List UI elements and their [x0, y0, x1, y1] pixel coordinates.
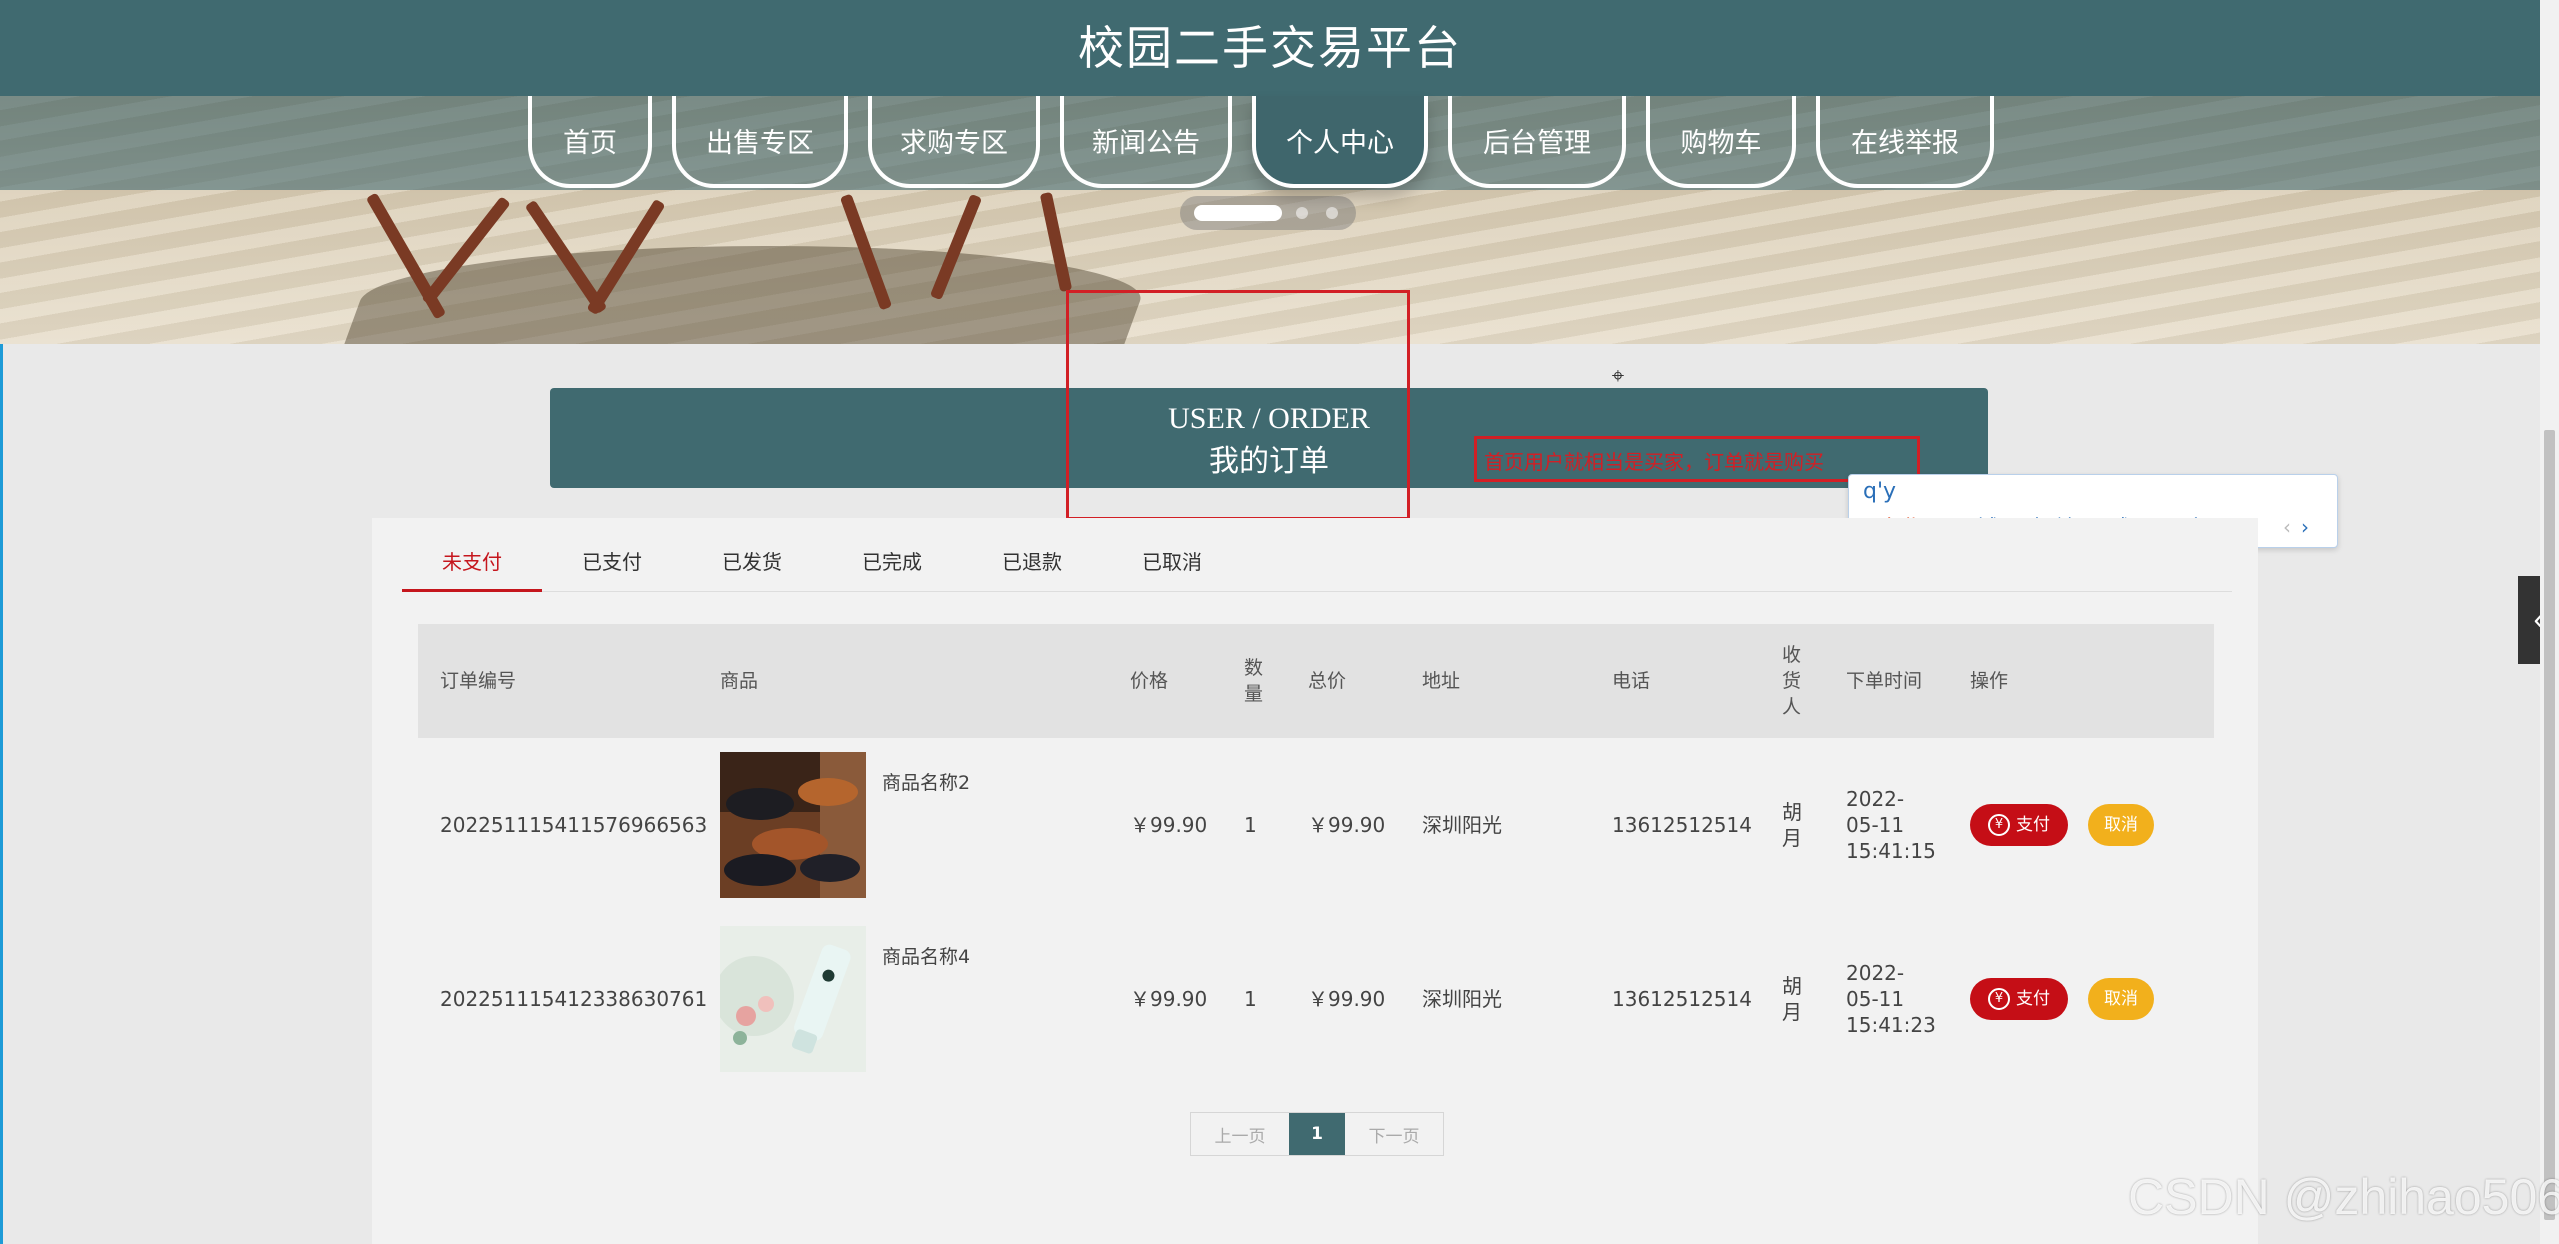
- header-price: 价格: [1130, 670, 1169, 692]
- order-table: 订单编号 商品 价格 数量 总价 地址 电话 收货人 下单时间 操作 20225…: [418, 624, 2214, 1086]
- price: ￥99.90: [1130, 813, 1208, 837]
- address: 深圳阳光: [1422, 987, 1502, 1011]
- phone: 13612512514: [1612, 987, 1752, 1011]
- ime-page-arrows: ‹ ›: [2283, 515, 2309, 539]
- quantity: 1: [1244, 987, 1257, 1011]
- carousel-dot-active[interactable]: [1194, 205, 1282, 221]
- nav-item-report[interactable]: 在线举报: [1816, 96, 1994, 188]
- watermark: CSDN @zhihao506: [2128, 1169, 2559, 1225]
- order-panel: 未支付 已支付 已发货 已完成 已退款 已取消 订单编号 商品 价格 数量 总价…: [372, 518, 2258, 1244]
- pay-label: 支付: [2016, 989, 2050, 1009]
- action-cell: ¥ 支付 取消: [1970, 912, 2154, 1086]
- header-address: 地址: [1422, 670, 1461, 692]
- ime-composition: q'y: [1863, 479, 1897, 504]
- yen-icon: ¥: [1988, 988, 2010, 1010]
- product-image-shoes[interactable]: [720, 752, 866, 898]
- annotation-box-title: [1066, 290, 1410, 520]
- table-row: 202251115412338630761 商品名称4 ￥99.90 1 ￥99…: [418, 912, 2214, 1086]
- ime-next-icon[interactable]: ›: [2301, 515, 2309, 539]
- ime-prev-icon[interactable]: ‹: [2283, 515, 2291, 539]
- nav-item-admin[interactable]: 后台管理: [1448, 96, 1626, 188]
- prev-page-button[interactable]: 上一页: [1191, 1113, 1289, 1155]
- receiver: 胡月: [1782, 800, 1802, 850]
- tab-shipped[interactable]: 已发货: [682, 548, 822, 592]
- annotation-note: 首页用户就相当是买家，订单就是购买: [1484, 450, 1824, 474]
- table-header: 订单编号 商品 价格 数量 总价 地址 电话 收货人 下单时间 操作: [418, 624, 2214, 738]
- nav-item-cart[interactable]: 购物车: [1646, 96, 1796, 188]
- product-image-cosmetic[interactable]: [720, 926, 866, 1072]
- nav-item-sell[interactable]: 出售专区: [672, 96, 848, 188]
- page-number-current[interactable]: 1: [1289, 1113, 1345, 1155]
- tab-paid[interactable]: 已支付: [542, 548, 682, 592]
- quantity: 1: [1244, 813, 1257, 837]
- header-phone: 电话: [1612, 670, 1651, 692]
- carousel-dot[interactable]: [1296, 207, 1308, 219]
- product-name[interactable]: 商品名称4: [882, 942, 970, 969]
- order-time: 2022-05-11 15:41:15: [1846, 787, 1936, 863]
- phone: 13612512514: [1612, 813, 1752, 837]
- pay-button[interactable]: ¥ 支付: [1970, 978, 2068, 1020]
- nav-item-home[interactable]: 首页: [528, 96, 652, 188]
- pay-label: 支付: [2016, 815, 2050, 835]
- cancel-button[interactable]: 取消: [2088, 978, 2154, 1020]
- crosshair-cursor-icon: ⌖: [1611, 363, 1625, 388]
- cancel-button[interactable]: 取消: [2088, 804, 2154, 846]
- total-price: ￥99.90: [1308, 987, 1386, 1011]
- header-total: 总价: [1308, 670, 1347, 692]
- order-no: 202251115411576966563: [440, 813, 708, 837]
- tab-cancelled[interactable]: 已取消: [1102, 548, 1242, 592]
- nav-item-news[interactable]: 新闻公告: [1060, 96, 1232, 188]
- header-product: 商品: [720, 670, 759, 692]
- tab-completed[interactable]: 已完成: [822, 548, 962, 592]
- pay-button[interactable]: ¥ 支付: [1970, 804, 2068, 846]
- header-order-time: 下单时间: [1846, 670, 1923, 692]
- site-header: 校园二手交易平台: [0, 0, 2540, 96]
- header-qty: 数量: [1244, 657, 1264, 705]
- total-price: ￥99.90: [1308, 813, 1386, 837]
- receiver: 胡月: [1782, 974, 1802, 1024]
- nav-item-personal-center[interactable]: 个人中心: [1252, 96, 1428, 188]
- action-cell: ¥ 支付 取消: [1970, 738, 2154, 912]
- order-status-tabs: 未支付 已支付 已发货 已完成 已退款 已取消: [402, 548, 2232, 592]
- tab-unpaid[interactable]: 未支付: [402, 548, 542, 592]
- order-no: 202251115412338630761: [440, 987, 708, 1011]
- scrollbar[interactable]: [2540, 0, 2559, 1244]
- product-name[interactable]: 商品名称2: [882, 768, 970, 795]
- carousel-indicator[interactable]: [1180, 196, 1356, 230]
- price: ￥99.90: [1130, 987, 1208, 1011]
- main-nav: 首页 出售专区 求购专区 新闻公告 个人中心 后台管理 购物车 在线举报: [528, 96, 2014, 188]
- tab-refunded[interactable]: 已退款: [962, 548, 1102, 592]
- next-page-button[interactable]: 下一页: [1345, 1113, 1443, 1155]
- carousel-dot[interactable]: [1326, 207, 1338, 219]
- address: 深圳阳光: [1422, 813, 1502, 837]
- table-row: 202251115411576966563 商品名称2 ￥99.90 1 ￥99…: [418, 738, 2214, 912]
- header-order-no: 订单编号: [440, 670, 517, 692]
- header-receiver: 收货人: [1782, 644, 1802, 718]
- header-action: 操作: [1970, 670, 2009, 692]
- order-time: 2022-05-11 15:41:23: [1846, 961, 1936, 1037]
- nav-item-buy-request[interactable]: 求购专区: [868, 96, 1040, 188]
- site-title: 校园二手交易平台: [1078, 21, 1462, 75]
- scrollbar-thumb[interactable]: [2544, 430, 2555, 1220]
- pagination: 上一页 1 下一页: [1190, 1112, 1444, 1156]
- yen-icon: ¥: [1988, 814, 2010, 836]
